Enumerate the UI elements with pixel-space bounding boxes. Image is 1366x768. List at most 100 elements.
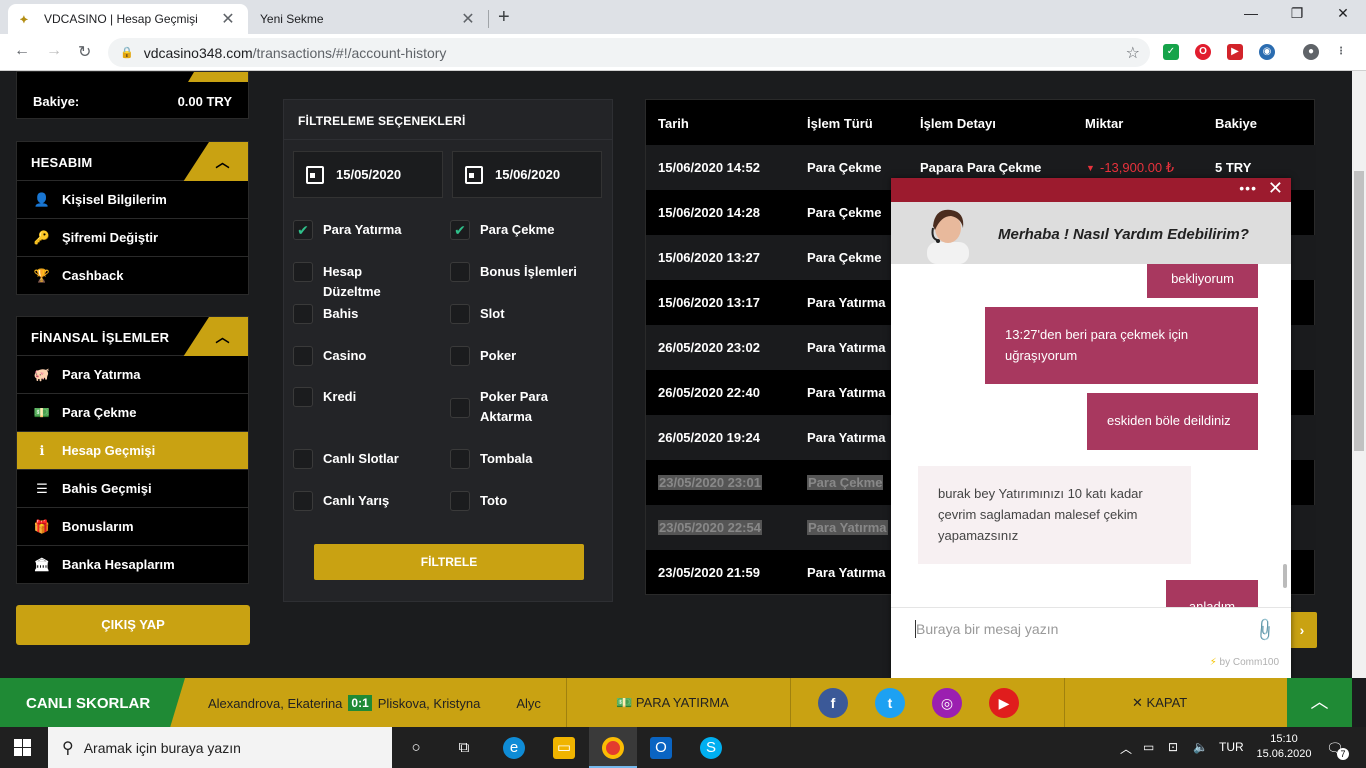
checkbox[interactable]	[450, 262, 470, 282]
checkbox[interactable]	[450, 449, 470, 469]
chevron-up-icon[interactable]: ︿	[183, 142, 248, 182]
windows-start-icon[interactable]	[14, 739, 32, 757]
address-bar[interactable]: 🔒 vdcasino348.com/transactions/#!/accoun…	[108, 38, 1150, 67]
checkbox[interactable]	[293, 346, 313, 366]
extension-globe-icon[interactable]: ◉	[1259, 44, 1275, 60]
filter-option-poker-transfer[interactable]: Poker Para Aktarma	[450, 387, 580, 427]
checkbox[interactable]	[450, 398, 470, 418]
chat-messages[interactable]: bekliyorum 13:27'den beri para çekmek iç…	[891, 264, 1291, 607]
file-explorer-icon[interactable]: ▭	[553, 737, 575, 759]
taskbar-clock[interactable]: 15:10 15.06.2020	[1256, 732, 1312, 762]
outlook-icon[interactable]: O	[650, 737, 672, 759]
checkbox[interactable]	[293, 262, 313, 282]
tray-chevron-icon[interactable]: ︿	[1120, 740, 1132, 757]
tab-close-icon[interactable]: ✕	[460, 9, 476, 29]
reload-icon[interactable]: ↻	[78, 42, 91, 62]
sidebar-item-bank-accounts[interactable]: 🏛 Banka Hesaplarım	[16, 546, 249, 584]
chevron-up-icon[interactable]: ︿	[1287, 678, 1352, 727]
sidebar-item-account-history[interactable]: ℹ Hesap Geçmişi	[16, 432, 249, 470]
filter-option-adjustment[interactable]: Hesap Düzeltme	[293, 262, 423, 302]
page-scrollbar-thumb[interactable]	[1354, 171, 1364, 451]
sidebar-item-change-password[interactable]: 🔑 Şifremi Değiştir	[16, 219, 249, 257]
date-to-field[interactable]: 15/06/2020	[452, 151, 602, 198]
column-header-type[interactable]: İşlem Türü	[807, 116, 873, 131]
skype-icon[interactable]: S	[700, 737, 722, 759]
checkbox[interactable]	[293, 304, 313, 324]
column-header-detail[interactable]: İşlem Detayı	[920, 116, 996, 131]
checkbox[interactable]	[450, 304, 470, 324]
column-header-date[interactable]: Tarih	[658, 116, 689, 131]
date-from-field[interactable]: 15/05/2020	[293, 151, 443, 198]
filter-option-live-race[interactable]: Canlı Yarış	[293, 491, 423, 511]
sidebar-item-bonuses[interactable]: 🎁 Bonuslarım	[16, 508, 249, 546]
instagram-icon[interactable]: ◎	[932, 688, 962, 718]
facebook-icon[interactable]: f	[818, 688, 848, 718]
youtube-icon[interactable]: ▶	[989, 688, 1019, 718]
chat-options-icon[interactable]: •••	[1239, 180, 1257, 196]
forward-icon[interactable]: →	[46, 42, 62, 60]
checkbox-checked-icon[interactable]: ✔	[450, 220, 470, 240]
new-tab-icon[interactable]: +	[498, 6, 510, 29]
filter-option-credit[interactable]: Kredi	[293, 387, 423, 407]
attachment-icon[interactable]: 📎	[1251, 616, 1279, 644]
minimize-icon[interactable]: —	[1228, 5, 1274, 21]
checkbox[interactable]	[450, 491, 470, 511]
checkbox[interactable]	[293, 387, 313, 407]
edge-icon[interactable]: e	[503, 737, 525, 759]
twitter-icon[interactable]: t	[875, 688, 905, 718]
taskbar-search-box[interactable]: ⚲ Aramak için buraya yazın	[48, 727, 392, 768]
checkbox-checked-icon[interactable]: ✔	[293, 220, 313, 240]
sidebar-item-withdraw[interactable]: 💵 Para Çekme	[16, 394, 249, 432]
logout-button[interactable]: ÇIKIŞ YAP	[16, 605, 250, 645]
filter-button[interactable]: FİLTRELE	[314, 544, 584, 580]
language-indicator[interactable]: TUR	[1219, 740, 1244, 754]
filter-option-toto[interactable]: Toto	[450, 491, 580, 511]
finance-section-header[interactable]: FİNANSAL İŞLEMLER ︿	[16, 316, 249, 357]
chat-scrollbar-thumb[interactable]	[1283, 564, 1287, 588]
checkbox[interactable]	[293, 449, 313, 469]
account-section-header[interactable]: HESABIM ︿	[16, 141, 249, 182]
maximize-icon[interactable]: ❐	[1274, 5, 1320, 22]
column-header-amount[interactable]: Miktar	[1085, 116, 1123, 131]
sidebar-item-bet-history[interactable]: ☰ Bahis Geçmişi	[16, 470, 249, 508]
network-status-icon[interactable]: ⊡	[1168, 740, 1178, 754]
tab-active[interactable]: ⯌ VDCASINO | Hesap Geçmişi ✕	[8, 4, 248, 34]
filter-option-slot[interactable]: Slot	[450, 304, 580, 324]
extension-check-icon[interactable]: ✓	[1163, 44, 1179, 60]
window-close-icon[interactable]: ✕	[1320, 5, 1366, 22]
network-icon[interactable]: ▭	[1143, 740, 1154, 754]
sidebar-item-personal-info[interactable]: 👤 Kişisel Bilgilerim	[16, 181, 249, 219]
task-view-icon[interactable]: ⧉	[453, 737, 475, 759]
page-scrollbar[interactable]	[1352, 71, 1366, 678]
cortana-icon[interactable]: ○	[405, 737, 427, 759]
tab-close-icon[interactable]: ✕	[220, 9, 236, 29]
chevron-up-icon[interactable]: ︿	[183, 317, 248, 357]
extension-media-icon[interactable]: ▶	[1227, 44, 1243, 60]
deposit-quick-button[interactable]: 💵 PARA YATIRMA	[616, 695, 729, 711]
chat-message-input[interactable]: Buraya bir mesaj yazın 📎 ⚡ by Comm100	[891, 607, 1291, 678]
chrome-icon[interactable]	[602, 737, 624, 759]
filter-option-poker[interactable]: Poker	[450, 346, 580, 366]
filter-option-bonus[interactable]: Bonus İşlemleri	[450, 262, 580, 282]
filter-option-casino[interactable]: Casino	[293, 346, 423, 366]
volume-icon[interactable]: 🔈	[1193, 740, 1208, 754]
score-ticker[interactable]: Alexandrova, Ekaterina 0:1 Pliskova, Kri…	[208, 695, 564, 711]
filter-option-deposit[interactable]: ✔ Para Yatırma	[293, 220, 423, 240]
tab-new[interactable]: Yeni Sekme ✕	[248, 4, 488, 34]
back-icon[interactable]: ←	[14, 42, 30, 60]
checkbox[interactable]	[293, 491, 313, 511]
chat-close-icon[interactable]: ✕	[1268, 178, 1283, 199]
bookmark-star-icon[interactable]: ☆	[1126, 43, 1140, 63]
filter-option-live-slots[interactable]: Canlı Slotlar	[293, 449, 423, 469]
filter-option-bet[interactable]: Bahis	[293, 304, 423, 324]
column-header-balance[interactable]: Bakiye	[1215, 116, 1257, 131]
extension-opera-icon[interactable]: O	[1195, 44, 1211, 60]
sidebar-item-deposit[interactable]: 🐖 Para Yatırma	[16, 356, 249, 394]
filter-option-withdraw[interactable]: ✔ Para Çekme	[450, 220, 580, 240]
next-page-chevron-icon[interactable]: ›	[1287, 612, 1317, 648]
sidebar-item-cashback[interactable]: 🏆 Cashback	[16, 257, 249, 295]
close-bar-button[interactable]: ✕ KAPAT	[1132, 695, 1187, 711]
live-scores-button[interactable]: CANLI SKORLAR	[0, 678, 185, 727]
checkbox[interactable]	[450, 346, 470, 366]
filter-option-tombala[interactable]: Tombala	[450, 449, 580, 469]
